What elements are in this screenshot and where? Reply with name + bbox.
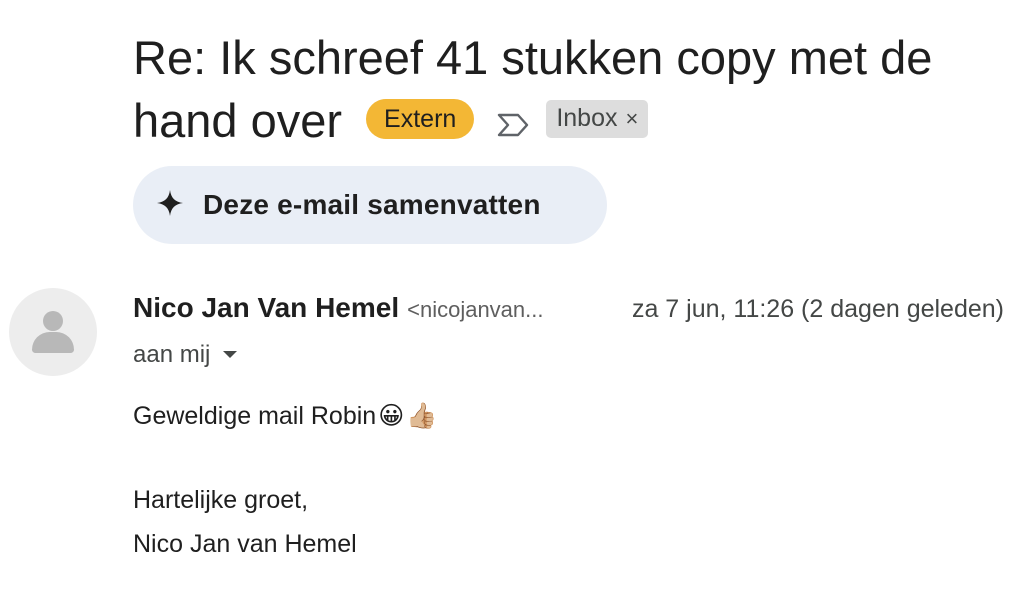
subject-line-2-row: hand over Extern Inbox × <box>133 89 993 152</box>
sender-avatar <box>9 288 97 376</box>
body-line: Geweldige mail Robin 😀 👍🏼 <box>133 398 437 434</box>
recipient-details-toggle[interactable]: aan mij <box>133 341 238 369</box>
sender-email[interactable]: <nicojanvan... <box>407 297 543 323</box>
thumbs-up-emoji-icon: 👍🏼 <box>406 402 438 430</box>
extern-badge: Extern <box>366 98 475 139</box>
subject-line-2: hand over <box>133 94 343 147</box>
sender-row: Nico Jan Van Hemel <nicojanvan... za 7 j… <box>133 292 1004 324</box>
default-avatar-icon <box>43 311 63 331</box>
inbox-label: Inbox × <box>546 99 649 138</box>
body-text-line-1: Geweldige mail Robin <box>133 402 377 430</box>
closing-line-2: Nico Jan van Hemel <box>133 530 357 558</box>
message-body: Geweldige mail Robin 😀 👍🏼 <box>133 398 437 434</box>
summarize-email-button[interactable]: Deze e-mail samenvatten <box>133 166 607 244</box>
caret-down-icon[interactable] <box>222 347 238 365</box>
email-subject: Re: Ik schreef 41 stukken copy met de ha… <box>133 26 993 152</box>
grinning-face-emoji-icon: 😀 <box>378 402 405 430</box>
sender-name[interactable]: Nico Jan Van Hemel <box>133 292 399 324</box>
subject-line-1: Re: Ik schreef 41 stukken copy met de <box>133 31 933 84</box>
importance-marker-icon[interactable] <box>496 90 530 153</box>
recipient-text: aan mij <box>133 341 211 368</box>
remove-label-icon[interactable]: × <box>625 87 638 150</box>
inbox-label-text: Inbox <box>556 104 618 132</box>
closing-line-1: Hartelijke groet, <box>133 486 309 514</box>
avatar-body-shape <box>32 332 74 353</box>
sparkle-icon <box>155 188 185 223</box>
sent-date: za 7 jun, 11:26 (2 dagen geleden) <box>631 295 1004 323</box>
message-closing: Hartelijke groet, Nico Jan van Hemel <box>133 478 357 566</box>
summarize-button-label: Deze e-mail samenvatten <box>203 189 541 220</box>
